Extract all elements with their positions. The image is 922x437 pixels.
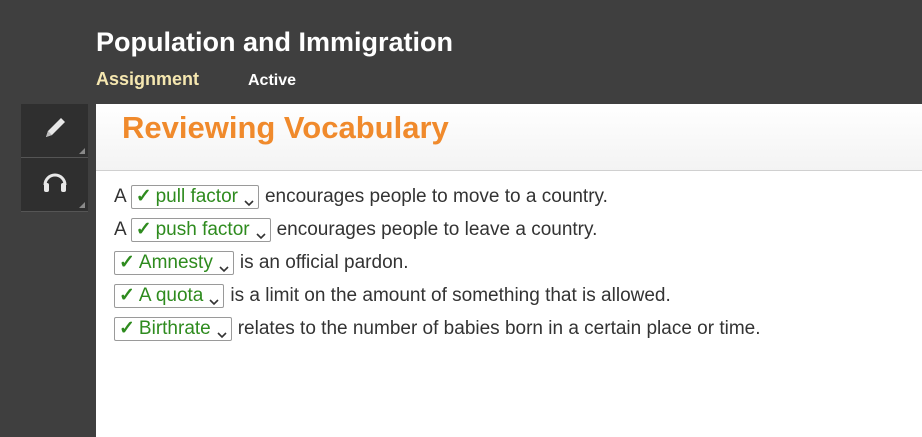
status-active: Active bbox=[248, 72, 297, 89]
sentence-suffix: relates to the number of babies born in … bbox=[237, 317, 761, 339]
dropdown-selected-value: pull factor bbox=[155, 185, 238, 207]
correct-check-icon: ✓ bbox=[119, 318, 135, 339]
section-title: Reviewing Vocabulary bbox=[122, 110, 449, 145]
sentence-prefix: A bbox=[114, 185, 127, 207]
answer-dropdown[interactable]: ✓ A quota bbox=[114, 283, 225, 308]
chevron-down-icon bbox=[219, 258, 229, 272]
correct-check-icon: ✓ bbox=[135, 186, 152, 207]
chevron-down-icon bbox=[256, 225, 266, 239]
sentence-suffix: encourages people to leave a country. bbox=[276, 218, 598, 240]
correct-check-icon: ✓ bbox=[119, 252, 135, 273]
vocab-row: A ✓ push factor encourages people to leave … bbox=[114, 213, 761, 246]
answer-dropdown[interactable]: ✓ Amnesty bbox=[114, 250, 234, 275]
dropdown-selected-value: Birthrate bbox=[138, 317, 211, 339]
section-header: Reviewing Vocabulary bbox=[96, 104, 922, 171]
answer-dropdown[interactable]: ✓ pull factor bbox=[130, 184, 259, 209]
sentence-suffix: is a limit on the amount of something th… bbox=[230, 284, 671, 306]
tab-assignment[interactable]: Assignment bbox=[96, 69, 199, 90]
vocab-row: ✓ Birthrate relates to the number of babie… bbox=[114, 312, 761, 345]
side-toolbar bbox=[21, 104, 88, 214]
answer-dropdown[interactable]: ✓ Birthrate bbox=[114, 316, 232, 341]
vocabulary-list: A ✓ pull factor encourages people to move t… bbox=[114, 180, 761, 345]
vocab-row: ✓ A quota is a limit on the amount of some… bbox=[114, 279, 761, 312]
chevron-down-icon bbox=[209, 291, 219, 305]
chevron-down-icon bbox=[244, 192, 254, 206]
tool-menu-corner bbox=[79, 202, 85, 208]
dropdown-selected-value: A quota bbox=[138, 284, 204, 306]
vocab-row: ✓ Amnesty is an official pardon. bbox=[114, 246, 761, 279]
vocab-row: A ✓ pull factor encourages people to move t… bbox=[114, 180, 761, 213]
sentence-suffix: encourages people to move to a country. bbox=[264, 185, 608, 207]
tool-menu-corner bbox=[79, 148, 85, 154]
chevron-down-icon bbox=[217, 324, 227, 338]
correct-check-icon: ✓ bbox=[135, 219, 152, 240]
answer-dropdown[interactable]: ✓ push factor bbox=[130, 217, 271, 242]
page-title: Population and Immigration bbox=[96, 27, 453, 57]
app-header: Population and Immigration Assignment Ac… bbox=[0, 0, 922, 104]
sentence-suffix: is an official pardon. bbox=[239, 251, 409, 273]
pencil-icon bbox=[40, 113, 70, 148]
pencil-tool-button[interactable] bbox=[21, 104, 88, 158]
dropdown-selected-value: push factor bbox=[155, 218, 250, 240]
audio-tool-button[interactable] bbox=[21, 158, 88, 212]
correct-check-icon: ✓ bbox=[119, 285, 135, 306]
dropdown-selected-value: Amnesty bbox=[138, 251, 213, 273]
headphones-icon bbox=[40, 167, 70, 202]
sentence-prefix: A bbox=[114, 218, 127, 240]
